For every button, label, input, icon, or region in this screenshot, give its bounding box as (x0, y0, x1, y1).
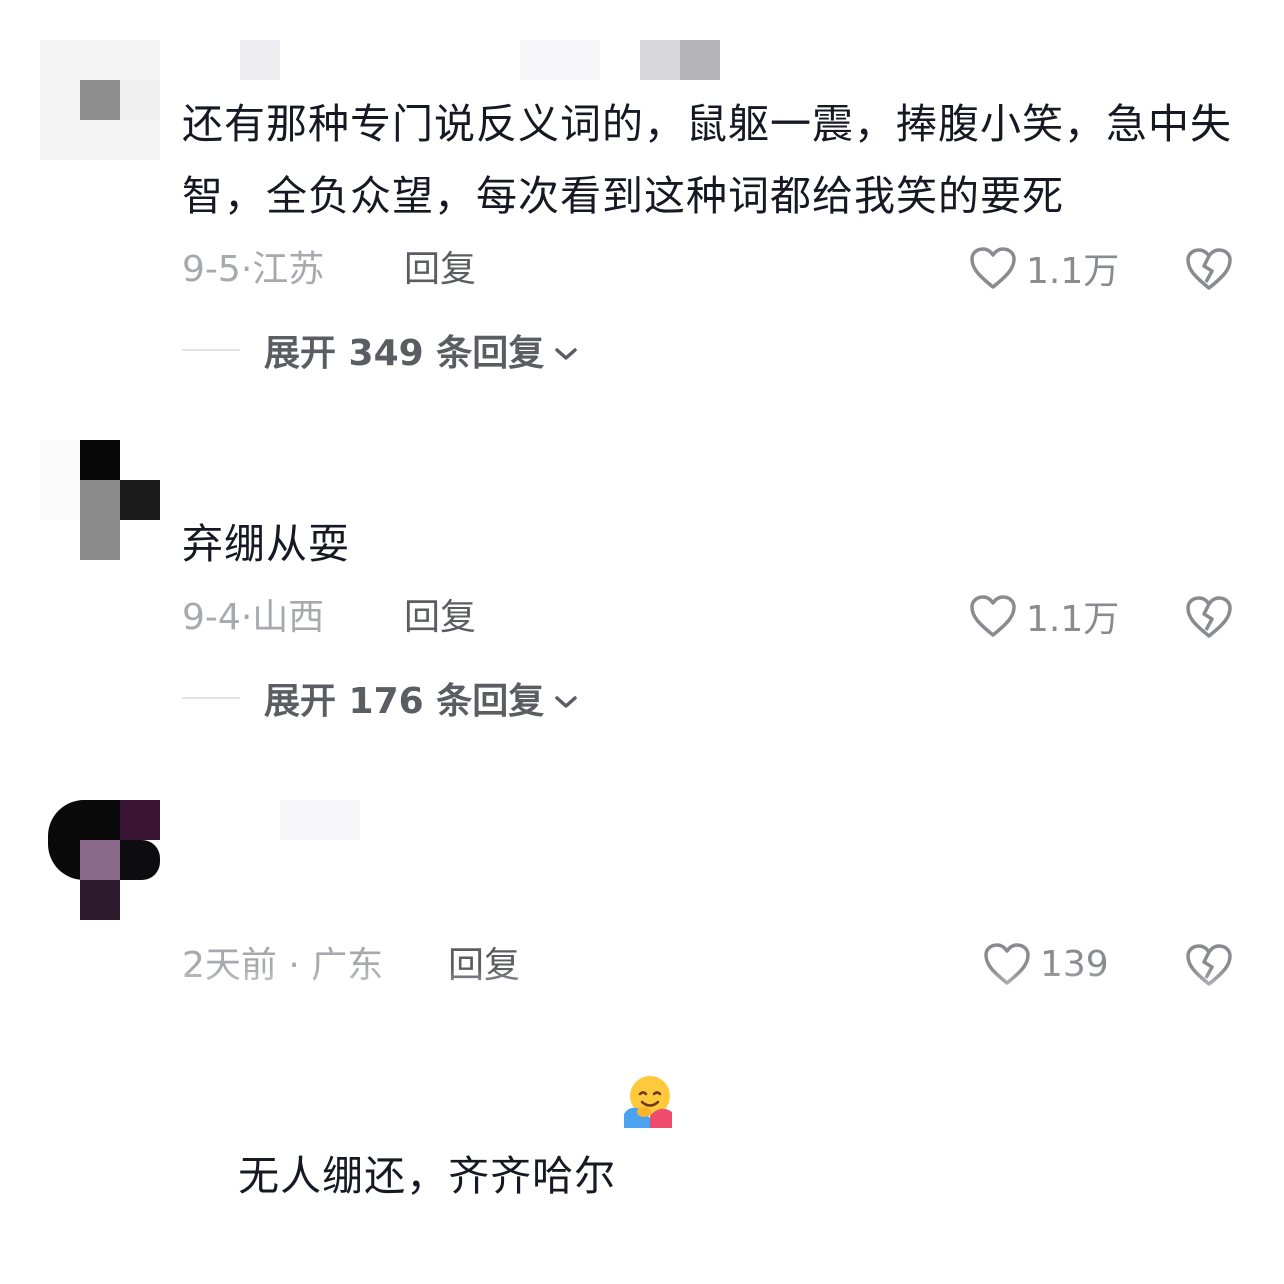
like-count: 1.1万 (1026, 251, 1120, 292)
username[interactable] (240, 40, 280, 80)
username-extra (520, 40, 600, 80)
expand-replies-button[interactable]: 展开 349 条回复 (182, 328, 578, 374)
reply-button[interactable]: 回复 (404, 598, 476, 638)
avatar[interactable] (40, 800, 160, 920)
expand-replies-label: 展开 176 条回复 (264, 681, 545, 722)
username-extra (640, 40, 680, 80)
comment-text: 无人绷还，齐齐哈尔 (182, 856, 1242, 1284)
broken-heart-icon (1184, 248, 1234, 296)
like-button[interactable]: 1.1万 (968, 592, 1119, 640)
bottom-fade-overlay (0, 968, 1284, 1018)
dislike-button[interactable] (1184, 246, 1234, 296)
comment-text: 还有那种专门说反义词的，鼠躯一震，捧腹小笑，急中失智，全负众望，每次看到这种词都… (182, 100, 1232, 220)
like-button[interactable]: 1.1万 (968, 244, 1119, 292)
avatar[interactable] (40, 440, 160, 560)
avatar[interactable] (40, 40, 160, 160)
comment-location: 江苏 (252, 249, 325, 290)
expand-replies-label: 展开 349 条回复 (264, 333, 545, 374)
comment-text-content: 无人绷还，齐齐哈尔 (238, 1152, 617, 1200)
divider (182, 349, 240, 351)
heart-outline-icon (968, 245, 1018, 291)
broken-heart-icon (1184, 596, 1234, 644)
comment-location: 山西 (252, 597, 325, 638)
reply-button[interactable]: 回复 (404, 250, 476, 290)
comment-text: 弃绷从耍 (182, 520, 350, 568)
like-count: 1.1万 (1026, 599, 1120, 640)
expand-replies-button[interactable]: 展开 176 条回复 (182, 676, 578, 722)
username-extra (680, 40, 720, 80)
comment-date: 9-5 (182, 249, 241, 290)
username[interactable] (280, 800, 360, 840)
comment-meta: 9-5·江苏 回复 (182, 249, 477, 290)
comment-meta: 9-4·山西 回复 (182, 597, 477, 638)
divider (182, 697, 240, 699)
chevron-down-icon (554, 678, 578, 719)
comment-date: 9-4 (182, 597, 241, 638)
dislike-button[interactable] (1184, 594, 1234, 644)
heart-outline-icon (968, 593, 1018, 639)
chevron-down-icon (554, 330, 578, 371)
